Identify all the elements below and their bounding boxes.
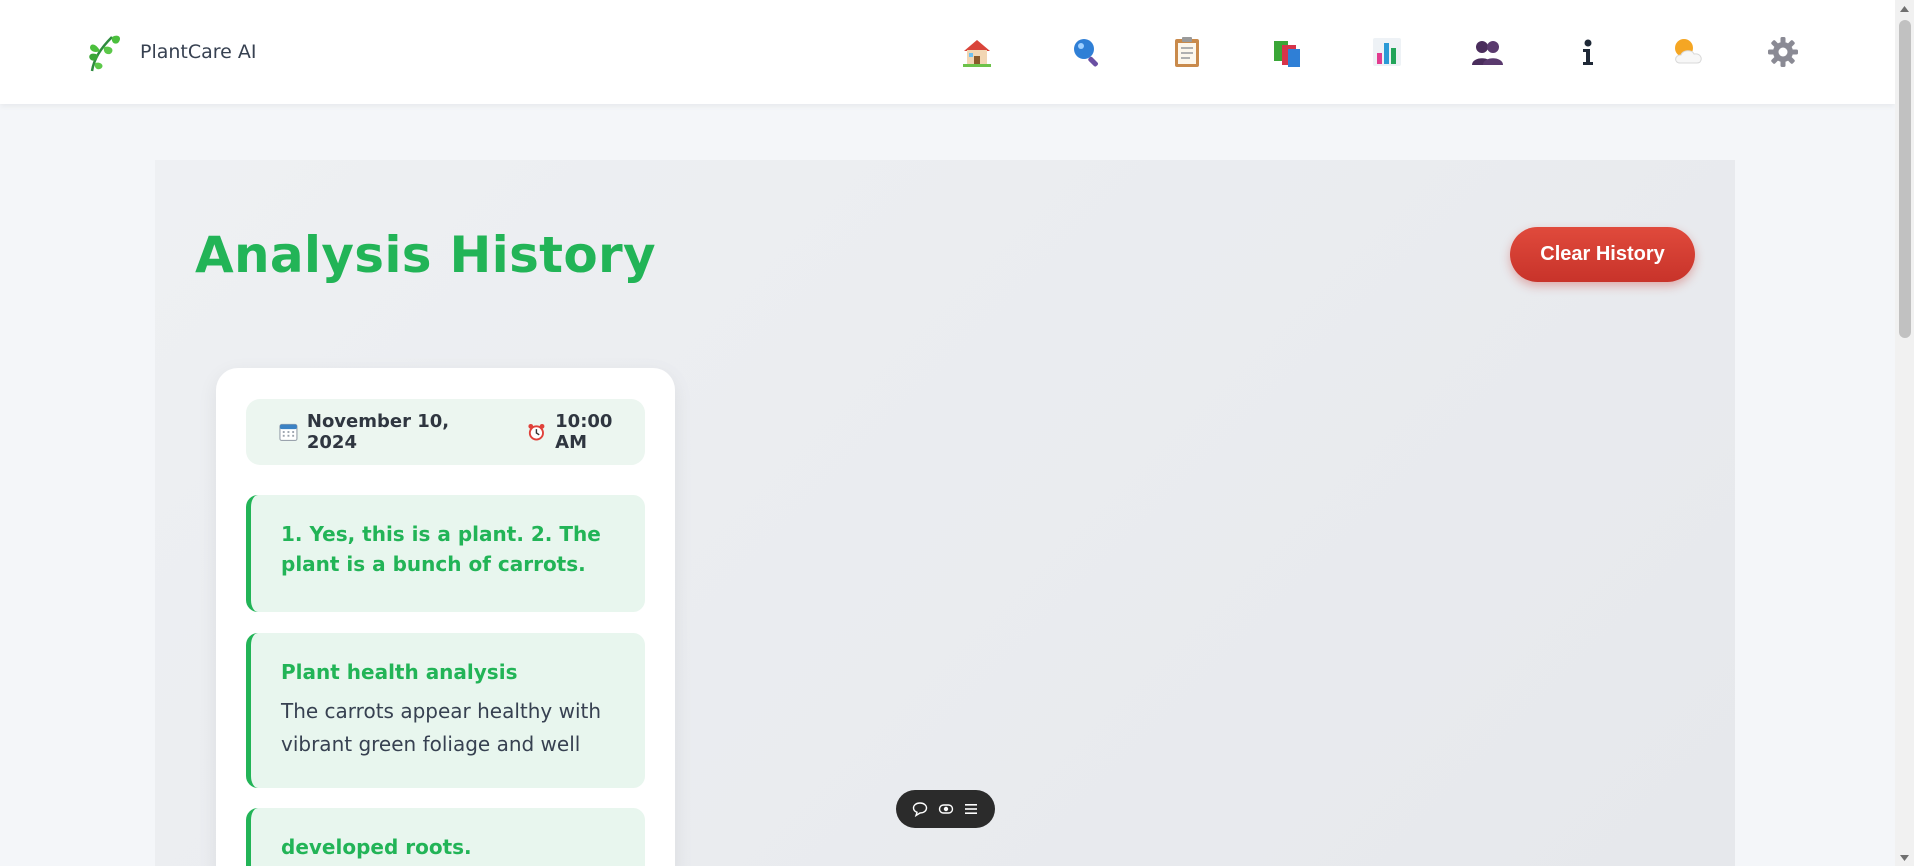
health-analysis-text: The carrots appear healthy with vibrant … — [281, 699, 602, 756]
identification-text: 1. Yes, this is a plant. 2. The plant is… — [281, 522, 601, 576]
bar-chart-icon — [1373, 38, 1401, 66]
weather-icon — [1675, 39, 1702, 64]
scroll-up-arrow-icon[interactable] — [1895, 0, 1914, 17]
alarm-clock-icon — [528, 423, 545, 441]
home-icon — [963, 40, 991, 67]
menu-icon[interactable] — [961, 799, 981, 819]
gear-icon — [1768, 37, 1798, 67]
nav-home[interactable] — [955, 30, 999, 74]
nav-stats[interactable] — [1365, 30, 1409, 74]
health-analysis-heading: Plant health analysis — [281, 660, 518, 684]
top-header: PlantCare AI — [0, 0, 1895, 104]
nav-weather[interactable] — [1666, 30, 1710, 74]
clear-history-button[interactable]: Clear History — [1510, 227, 1695, 282]
info-icon — [1583, 39, 1593, 65]
continued-text: developed roots. — [281, 835, 472, 859]
scroll-down-arrow-icon[interactable] — [1895, 849, 1914, 866]
eye-toggle-icon[interactable] — [936, 799, 956, 819]
main-nav — [0, 30, 1895, 74]
page-scrollbar[interactable] — [1895, 0, 1914, 866]
calendar-icon — [279, 423, 298, 442]
history-meta: November 10, 2024 10:00 AM — [246, 399, 645, 465]
scrollbar-thumb[interactable] — [1899, 20, 1911, 338]
history-time-text: 10:00 AM — [555, 411, 613, 453]
nav-settings[interactable] — [1761, 30, 1805, 74]
history-time: 10:00 AM — [527, 411, 645, 453]
history-date: November 10, 2024 — [279, 411, 494, 453]
page-title: Analysis History — [195, 226, 656, 284]
nav-community[interactable] — [1465, 30, 1509, 74]
floating-toolbar — [896, 790, 995, 828]
chat-bubble-icon[interactable] — [910, 799, 930, 819]
nav-about[interactable] — [1566, 30, 1610, 74]
nav-search[interactable] — [1065, 30, 1109, 74]
books-icon — [1274, 41, 1300, 67]
clipboard-icon — [1175, 37, 1199, 67]
health-analysis-continued: developed roots. — [246, 808, 645, 866]
history-date-text: November 10, 2024 — [306, 411, 450, 453]
users-icon — [1472, 41, 1503, 65]
identification-result: 1. Yes, this is a plant. 2. The plant is… — [246, 495, 645, 612]
history-panel: Analysis History Clear History November … — [155, 160, 1735, 866]
health-analysis: Plant health analysis The carrots appear… — [246, 633, 645, 788]
nav-reports[interactable] — [1165, 30, 1209, 74]
nav-library[interactable] — [1265, 30, 1309, 74]
magnifier-icon — [1074, 39, 1098, 67]
history-card: November 10, 2024 10:00 AM 1. Yes, this … — [216, 368, 675, 866]
